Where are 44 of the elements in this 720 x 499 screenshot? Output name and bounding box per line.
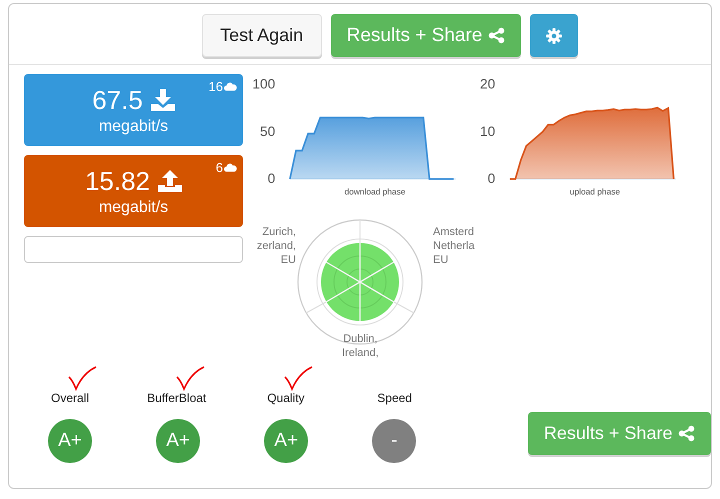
axis-title: download phase	[344, 186, 406, 197]
check-mark-icon	[175, 365, 206, 391]
axis-tick-label: 50	[260, 124, 276, 139]
grade-badge: A+	[264, 419, 308, 463]
cloud-icon	[224, 82, 237, 91]
speed-value: 15.82	[84, 166, 150, 196]
speed-unit: megabit/s	[98, 198, 168, 216]
grade-badge: -	[372, 419, 416, 463]
grade-badge: A+	[48, 419, 92, 463]
server-label: EU	[433, 253, 448, 267]
axis-tick-label: 0	[268, 171, 276, 186]
grade-label: Speed	[377, 391, 412, 407]
share-icon	[488, 27, 506, 44]
server-label: Dublin,	[343, 332, 378, 346]
download-icon	[150, 89, 175, 111]
cloud-icon	[224, 163, 237, 172]
server-label: zerland,	[256, 239, 296, 253]
upload-icon	[158, 170, 182, 192]
grade-label: Overall	[51, 391, 90, 407]
stream-count: 6	[216, 160, 223, 175]
axis-tick-label: 20	[480, 76, 496, 92]
stream-count: 16	[208, 79, 223, 94]
share-icon	[678, 425, 696, 442]
axis-title: upload phase	[570, 186, 620, 197]
server-label: Ireland,	[342, 346, 379, 360]
server-label: Amsterd	[433, 225, 474, 239]
settings-icon	[545, 26, 564, 44]
axis-tick-label: 100	[252, 76, 276, 92]
share-button[interactable]: Results + Share	[528, 412, 711, 455]
settings-button[interactable]	[530, 14, 578, 57]
server-label: Netherla	[433, 239, 475, 253]
grade-label: Quality	[267, 391, 305, 407]
axis-tick-label: 10	[480, 124, 496, 139]
check-mark-icon	[67, 365, 97, 391]
speed-unit: megabit/s	[98, 118, 168, 136]
speed-value: 67.5	[92, 84, 143, 116]
server-label: EU	[280, 253, 296, 267]
grade-label: BufferBloat	[147, 391, 206, 407]
share-button[interactable]: Results + Share	[330, 14, 522, 57]
test-again-button[interactable]: Test Again	[202, 14, 322, 57]
check-mark-icon	[283, 365, 314, 391]
axis-tick-label: 0	[488, 171, 496, 186]
grade-badge: A+	[156, 419, 200, 463]
server-label: Zurich,	[262, 225, 296, 239]
